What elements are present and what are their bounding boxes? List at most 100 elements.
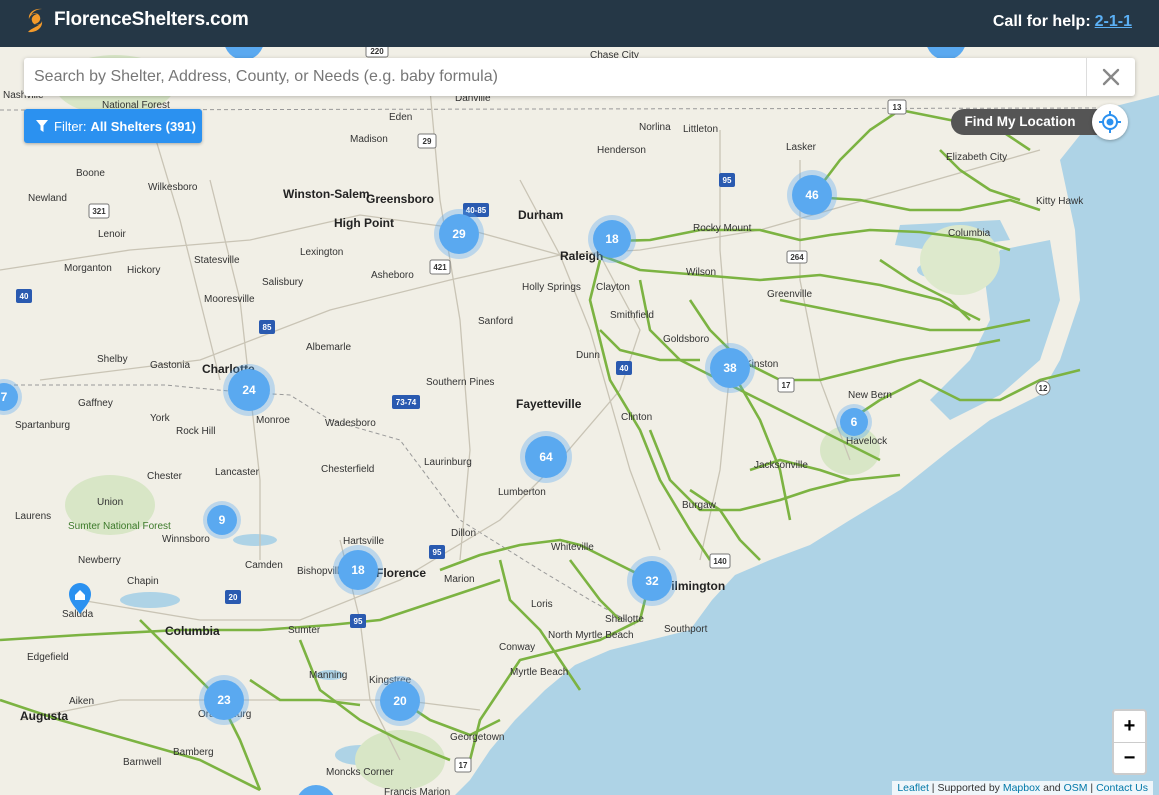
map[interactable]: 220 29 13 95 321 40-85 421 264 40 85 40 … <box>0 47 1159 795</box>
lake <box>233 534 277 546</box>
place-label: Francis Marion <box>384 787 450 795</box>
filter-icon <box>36 120 48 132</box>
place-label: Gastonia <box>150 360 190 371</box>
contact-us-link[interactable]: Contact Us <box>1096 782 1148 794</box>
clear-search-button[interactable] <box>1086 58 1135 96</box>
svg-text:9: 9 <box>219 513 226 527</box>
place-label: Newland <box>28 193 67 204</box>
place-label: Fayetteville <box>516 397 582 411</box>
place-label: Clayton <box>596 282 630 293</box>
place-label: Lenoir <box>98 229 126 240</box>
svg-text:6: 6 <box>851 415 858 429</box>
filter-button[interactable]: Filter: All Shelters (391) <box>24 109 202 143</box>
place-label: Marion <box>444 574 475 585</box>
place-label: North Myrtle Beach <box>548 630 634 641</box>
find-my-location-label: Find My Location <box>951 109 1103 135</box>
svg-text:38: 38 <box>723 361 737 375</box>
place-label: Moncks Corner <box>326 767 394 778</box>
svg-text:20: 20 <box>393 694 407 708</box>
road-shield: 29 <box>417 133 437 149</box>
cluster-marker[interactable]: 46 <box>787 170 837 220</box>
svg-text:321: 321 <box>92 207 106 216</box>
cluster-marker[interactable]: 6 <box>836 404 872 440</box>
search-input[interactable] <box>24 58 1086 96</box>
place-label: Chesterfield <box>321 464 374 475</box>
map-attribution: Leaflet | Supported by Mapbox and OSM | … <box>892 781 1153 795</box>
place-label: Myrtle Beach <box>510 667 568 678</box>
place-label: Aiken <box>69 696 94 707</box>
place-label: Clinton <box>621 412 652 423</box>
supported-by-text: | Supported by <box>931 782 1000 794</box>
cluster-marker[interactable]: 64 <box>520 431 572 483</box>
place-label: Eden <box>389 112 412 123</box>
and-text: and <box>1043 782 1061 794</box>
svg-text:95: 95 <box>354 617 363 626</box>
brand-name: FlorenceShelters.com <box>54 9 249 30</box>
cluster-marker[interactable]: 38 <box>705 343 755 393</box>
road-shield: 220 <box>365 47 389 58</box>
osm-link[interactable]: OSM <box>1064 782 1088 794</box>
cluster-marker[interactable]: 18 <box>588 215 636 263</box>
svg-text:64: 64 <box>539 450 553 464</box>
zoom-out-button[interactable]: − <box>1114 743 1145 774</box>
place-label: Greensboro <box>366 192 434 206</box>
cluster-marker[interactable]: 18 <box>333 545 383 595</box>
help-line: Call for help: 2-1-1 <box>993 13 1132 31</box>
road-shield: 40 <box>616 361 632 375</box>
place-label: Burgaw <box>682 500 717 511</box>
zoom-in-button[interactable]: + <box>1114 711 1145 743</box>
place-label: Manning <box>309 670 347 681</box>
place-label: Littleton <box>683 124 718 135</box>
svg-text:7: 7 <box>1 390 8 404</box>
hurricane-icon <box>28 8 43 33</box>
leaflet-link[interactable]: Leaflet <box>897 782 929 794</box>
mapbox-link[interactable]: Mapbox <box>1003 782 1040 794</box>
place-label: Wadesboro <box>325 418 376 429</box>
app: 220 29 13 95 321 40-85 421 264 40 85 40 … <box>0 0 1159 795</box>
cluster-marker[interactable]: 23 <box>199 675 249 725</box>
place-label: Columbia <box>948 228 991 239</box>
locate-circle[interactable] <box>1092 104 1128 140</box>
svg-text:40: 40 <box>20 292 29 301</box>
cluster-marker[interactable]: 24 <box>223 364 275 416</box>
cluster-marker[interactable]: 20 <box>375 676 425 726</box>
svg-text:46: 46 <box>805 188 819 202</box>
place-label: Southport <box>664 624 708 635</box>
road-shield: 95 <box>350 614 366 628</box>
brand[interactable]: FlorenceShelters.com <box>24 7 249 33</box>
cluster-marker[interactable]: 29 <box>434 209 484 259</box>
place-label: Mooresville <box>204 294 255 305</box>
place-label: Dillon <box>451 528 476 539</box>
help-label: Call for help: <box>992 13 1091 30</box>
svg-text:421: 421 <box>433 263 447 272</box>
place-label: Newberry <box>78 555 121 566</box>
crosshair-icon <box>1099 111 1121 133</box>
filter-label: Filter: <box>54 118 87 134</box>
place-label: Edgefield <box>27 652 69 663</box>
place-label: Winston-Salem <box>283 187 370 201</box>
place-label: Jacksonville <box>754 460 808 471</box>
road-shield: 13 <box>887 99 907 115</box>
place-label: Union <box>97 497 123 508</box>
road-shield: 321 <box>88 203 110 219</box>
help-phone-link[interactable]: 2-1-1 <box>1095 13 1132 30</box>
place-label: Southern Pines <box>426 377 494 388</box>
place-label: Lancaster <box>215 467 260 478</box>
svg-text:18: 18 <box>351 563 365 577</box>
place-label: Sumter National Forest <box>68 521 171 532</box>
place-label: Goldsboro <box>663 334 710 345</box>
find-my-location-button[interactable]: Find My Location <box>951 104 1131 140</box>
svg-text:40: 40 <box>620 364 629 373</box>
cluster-marker[interactable]: 9 <box>203 501 241 539</box>
place-label: Asheboro <box>371 270 414 281</box>
cluster-marker[interactable]: 32 <box>627 556 677 606</box>
road-shield: 140 <box>709 553 731 569</box>
place-label: Augusta <box>20 709 68 723</box>
place-label: Florence <box>376 566 426 580</box>
place-label: Whiteville <box>551 542 594 553</box>
place-label: Shelby <box>97 354 128 365</box>
road-shield: 85 <box>259 320 275 334</box>
place-label: Madison <box>350 134 388 145</box>
place-label: Laurens <box>15 511 51 522</box>
road-shield: 40 <box>16 289 32 303</box>
